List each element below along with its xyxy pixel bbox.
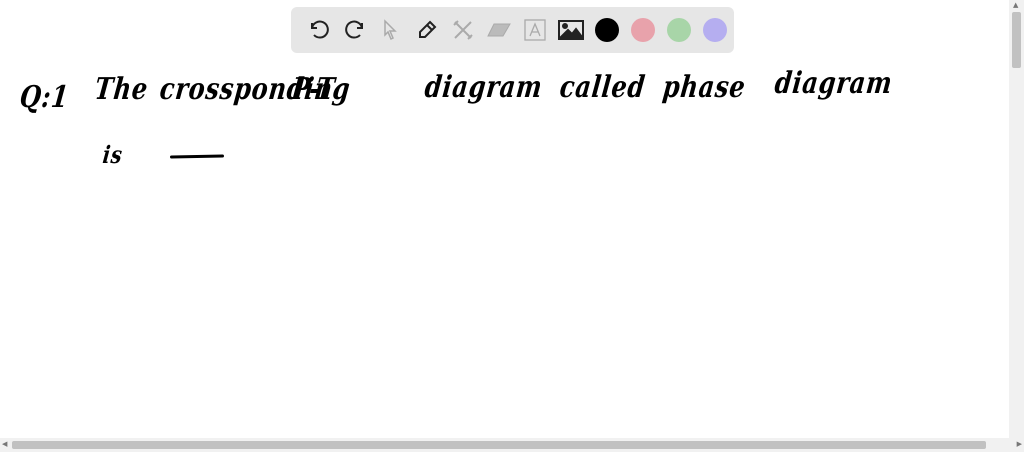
word: P-T [290, 72, 337, 107]
color-purple[interactable] [697, 12, 733, 48]
drawing-toolbar [291, 7, 734, 53]
color-black[interactable] [589, 12, 625, 48]
redo-icon[interactable] [337, 12, 373, 48]
color-green[interactable] [661, 12, 697, 48]
color-pink[interactable] [625, 12, 661, 48]
word: diagram [423, 70, 545, 105]
word: The [93, 72, 150, 107]
horizontal-scroll-thumb[interactable] [12, 441, 986, 449]
question-number: Q:1 [18, 80, 71, 115]
tools-icon[interactable] [445, 12, 481, 48]
word: is [101, 140, 125, 169]
undo-icon[interactable] [301, 12, 337, 48]
pen-icon[interactable] [409, 12, 445, 48]
word: phase [661, 70, 748, 105]
blank-line [169, 154, 225, 159]
vertical-scrollbar[interactable]: ▲ [1009, 0, 1024, 438]
word: called [558, 70, 648, 105]
vertical-scroll-thumb[interactable] [1012, 12, 1021, 68]
eraser-icon[interactable] [481, 12, 517, 48]
text-icon[interactable] [517, 12, 553, 48]
image-icon[interactable] [553, 12, 589, 48]
horizontal-scrollbar[interactable]: ◀ ▶ [0, 438, 1024, 452]
word: diagram [773, 66, 895, 101]
select-icon[interactable] [373, 12, 409, 48]
